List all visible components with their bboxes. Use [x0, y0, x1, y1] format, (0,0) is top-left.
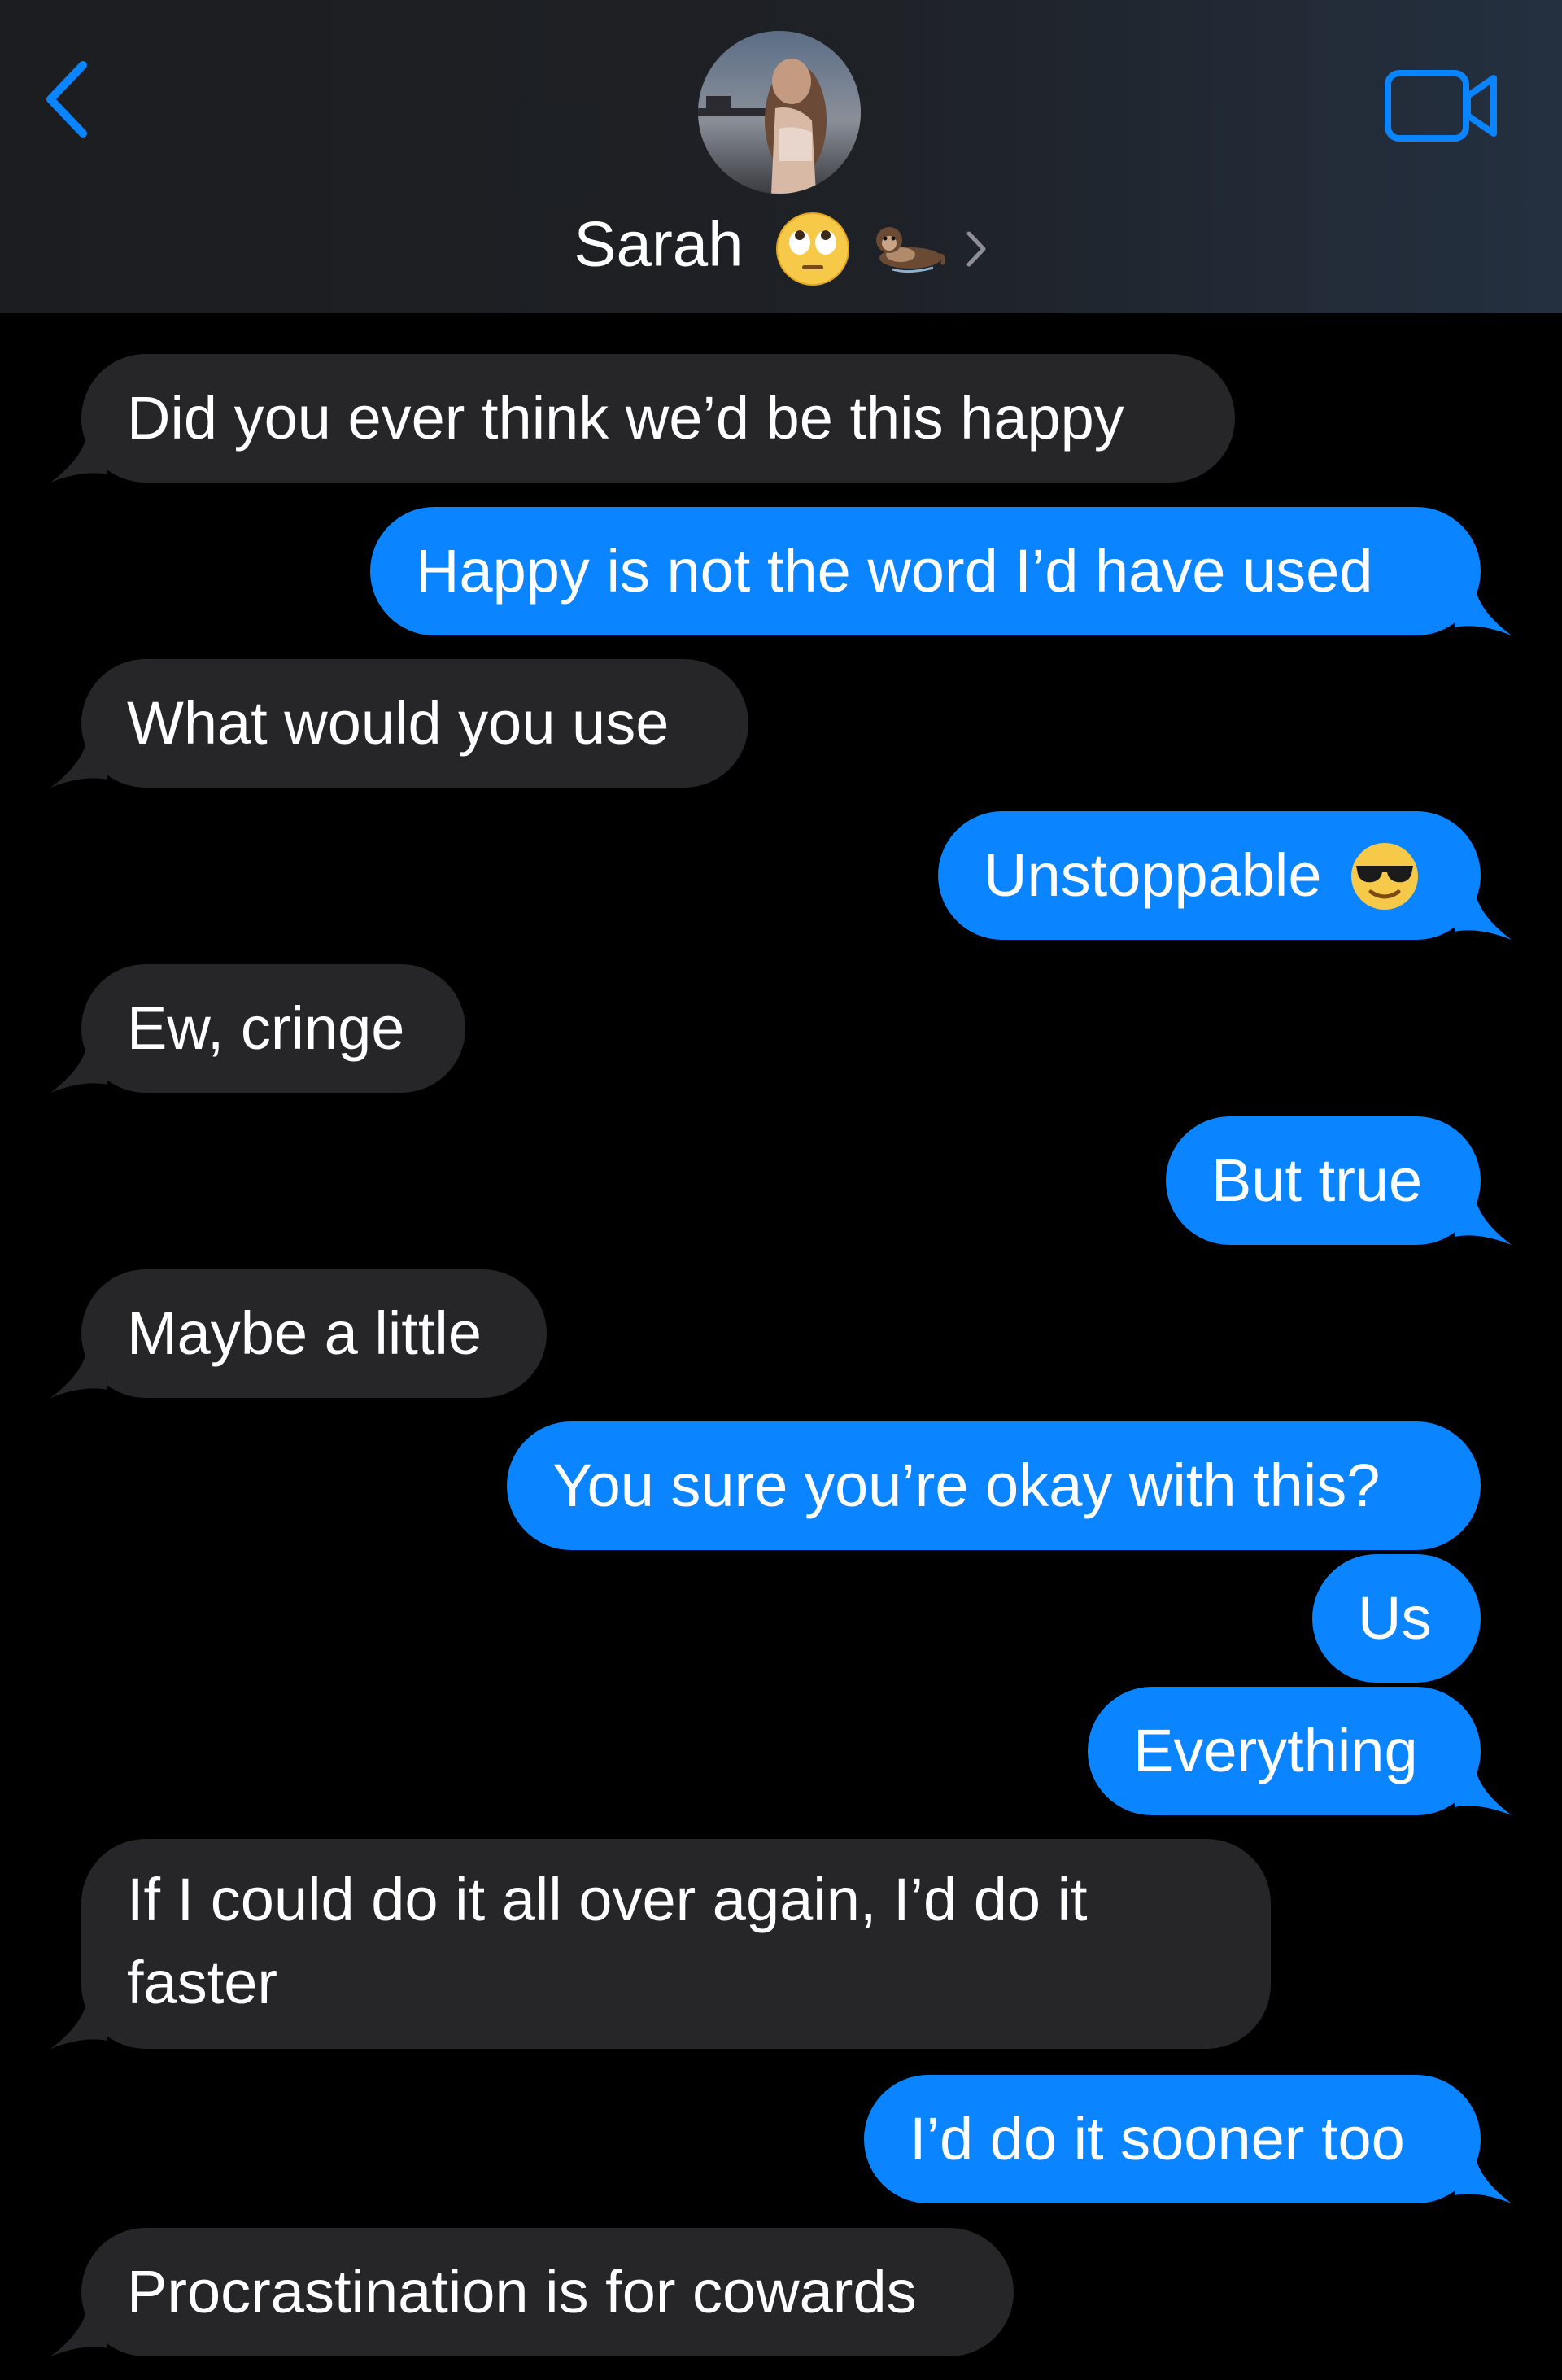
- bubble-tail-incoming: [50, 1349, 107, 1398]
- message-bubble-outgoing[interactable]: Everything: [1088, 1687, 1481, 1815]
- bubble-tail-outgoing: [1455, 891, 1512, 940]
- conversation-header: Sarah: [0, 0, 1562, 313]
- message-bubble-incoming[interactable]: If I could do it all over again, I’d do …: [81, 1839, 1271, 2049]
- message-bubble-incoming[interactable]: Maybe a little: [81, 1269, 547, 1398]
- message-bubble-outgoing[interactable]: Happy is not the word I’d have used: [370, 507, 1481, 635]
- message-text: I’d do it sooner too: [910, 2105, 1405, 2173]
- bubble-tail-incoming: [50, 739, 107, 788]
- message-bubble-incoming[interactable]: Procrastination is for cowards: [81, 2228, 1014, 2356]
- contact-name: Sarah: [574, 207, 744, 280]
- chevron-left-icon: [46, 61, 87, 138]
- message-bubble-incoming[interactable]: What would you use: [81, 659, 748, 788]
- smiling-face-with-sunglasses-icon: [1351, 843, 1419, 911]
- back-button[interactable]: [42, 42, 116, 156]
- message-text: But true: [1211, 1146, 1423, 1214]
- bubble-tail-incoming: [50, 434, 107, 483]
- message-bubble-incoming[interactable]: Did you ever think we’d be this happy: [81, 354, 1235, 483]
- bubble-tail-outgoing: [1455, 2155, 1512, 2203]
- message-bubble-outgoing[interactable]: Unstoppable: [938, 811, 1481, 940]
- otter-icon: [875, 226, 945, 273]
- message-bubble-outgoing[interactable]: Us: [1312, 1554, 1481, 1683]
- message-text: What would you use: [127, 689, 670, 757]
- message-text: If I could do it all over again, I’d do …: [127, 1866, 1088, 2016]
- bubble-tail-outgoing: [1455, 1766, 1512, 1815]
- bubble-tail-incoming: [50, 1044, 107, 1093]
- message-text: Happy is not the word I’d have used: [416, 537, 1373, 605]
- contact-avatar[interactable]: [698, 31, 861, 194]
- message-text: Everything: [1133, 1717, 1418, 1784]
- message-bubble-outgoing[interactable]: But true: [1166, 1116, 1481, 1245]
- message-bubble-incoming[interactable]: Ew, cringe: [81, 964, 465, 1093]
- message-thread[interactable]: Did you ever think we’d be this happy Ha…: [0, 313, 1562, 2380]
- bubble-tail-incoming: [50, 2308, 107, 2356]
- face-with-rolling-eyes-icon: [776, 212, 850, 286]
- message-text: Ew, cringe: [127, 994, 405, 1062]
- message-text: Unstoppable: [984, 841, 1322, 909]
- contact-name-row[interactable]: Sarah: [0, 194, 1562, 288]
- chevron-right-icon: [966, 231, 986, 267]
- message-text: Us: [1358, 1584, 1432, 1652]
- video-call-button[interactable]: [1383, 65, 1501, 146]
- message-bubble-outgoing[interactable]: You sure you’re okay with this?: [507, 1421, 1481, 1550]
- message-text: Maybe a little: [127, 1299, 482, 1367]
- bubble-tail-outgoing: [1455, 1196, 1512, 1245]
- message-text: Did you ever think we’d be this happy: [127, 384, 1124, 452]
- message-text: You sure you’re okay with this?: [552, 1452, 1381, 1519]
- video-camera-icon: [1385, 70, 1497, 142]
- message-bubble-outgoing[interactable]: I’d do it sooner too: [864, 2075, 1481, 2203]
- bubble-tail-incoming: [50, 2000, 107, 2049]
- message-text: Procrastination is for cowards: [127, 2258, 917, 2325]
- bubble-tail-outgoing: [1455, 587, 1512, 635]
- avatar-photo: [698, 31, 861, 194]
